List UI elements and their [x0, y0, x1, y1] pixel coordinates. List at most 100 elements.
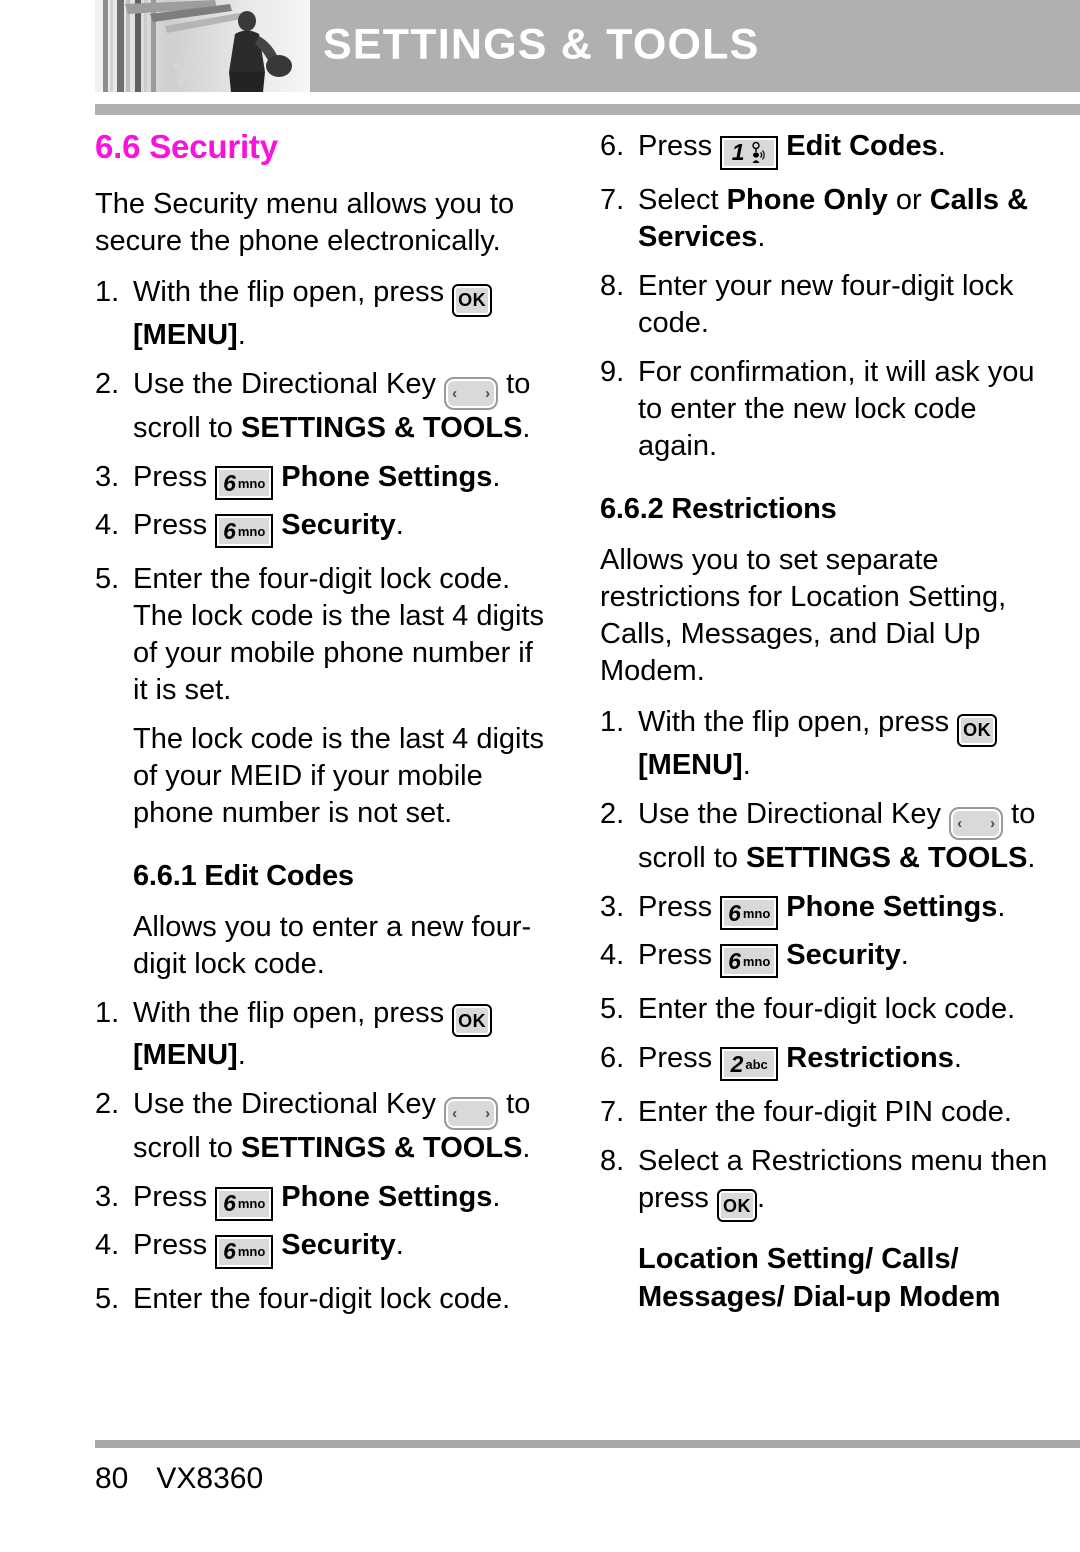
key-6-mno-icon: 6 mno	[215, 512, 274, 549]
ok-key-label: OK	[722, 1195, 751, 1216]
footer-divider	[95, 1440, 1080, 1448]
phone-settings-label: Phone Settings	[281, 1181, 493, 1213]
step-item: 4. Press 6 mno Security.	[600, 937, 1055, 979]
step-text: Use the Directional Key	[638, 797, 950, 830]
step-item: 4. Press 6 mno Security.	[95, 507, 550, 549]
key-6-mno-icon: 6 mno	[720, 942, 779, 979]
intro-spacer	[95, 909, 133, 983]
step-number: 2.	[95, 367, 120, 400]
menu-list-line-1: Location Setting/ Calls/	[638, 1243, 959, 1275]
step-number: 3.	[600, 890, 625, 923]
step-item: 1. With the flip open, press OK [MENU].	[95, 995, 550, 1075]
step-item: 5. Enter the four-digit lock code. The l…	[95, 561, 550, 709]
key-digit: 6	[223, 1238, 236, 1264]
step-body: With the flip open, press OK [MENU].	[133, 995, 550, 1075]
key-digit: 6	[223, 517, 236, 544]
step-item: 7. Enter the four-digit PIN code.	[600, 1094, 1055, 1131]
step-item: 3. Press 6 mno Phone Settings.	[95, 459, 550, 501]
step-body: Press 2 abc Restrictions.	[638, 1040, 1055, 1082]
step-period: .	[395, 1229, 404, 1261]
menu-label: [MENU]	[133, 318, 238, 351]
step-item: 5. Enter the four-digit lock code.	[600, 991, 1055, 1028]
key-letters: mno	[237, 475, 266, 491]
key-letters: mno	[742, 953, 771, 969]
step-body: Press 6 mno Security.	[638, 937, 1055, 979]
ok-key-icon: OK	[452, 279, 493, 317]
key-6-mno-icon: 6 mno	[215, 464, 274, 501]
step-number: 2.	[95, 1088, 120, 1120]
key-2-abc-icon: 2 abc	[720, 1045, 779, 1082]
ok-key-icon: OK	[452, 1000, 493, 1037]
step-body: Enter the four-digit lock code.	[133, 1283, 511, 1315]
step-period: .	[757, 221, 766, 253]
step-text: With the flip open, press	[133, 276, 453, 308]
ok-key-icon: OK	[957, 709, 998, 747]
step-number: 6.	[600, 130, 625, 162]
step-text: With the flip open, press	[133, 996, 453, 1029]
step-text: Press	[638, 1041, 721, 1074]
step-number: 8.	[600, 270, 625, 302]
step-period: .	[742, 748, 751, 781]
step-body: Press 6 mno Phone Settings.	[133, 459, 550, 501]
key-1-voicemail-icon: 1	[720, 133, 779, 170]
restrictions-menu-list: Location Setting/ Calls/ Messages/ Dial-…	[638, 1240, 1055, 1316]
section-intro: The Security menu allows you to secure t…	[95, 188, 515, 257]
directional-key-icon: ‹ ›	[949, 801, 1004, 840]
key-letters: mno	[237, 523, 266, 539]
step-period: .	[997, 890, 1006, 923]
arrow-left-icon: ‹	[452, 1105, 458, 1122]
ok-key-label: OK	[963, 720, 992, 740]
step-item: 7. Select Phone Only or Calls & Services…	[600, 182, 1055, 256]
step-item: 3. Press 6 mno Phone Settings.	[600, 889, 1055, 931]
step-number: 4.	[600, 938, 625, 971]
step-text: Use the Directional Key	[133, 367, 445, 400]
key-digit: 6	[223, 469, 236, 496]
step-period: .	[237, 1039, 246, 1071]
restrictions-label: Restrictions	[786, 1041, 954, 1074]
ok-key-label: OK	[458, 1010, 487, 1031]
key-digit: 1	[731, 139, 745, 165]
phone-only-label: Phone Only	[726, 184, 888, 216]
settings-tools-label: SETTINGS & TOOLS	[240, 1132, 523, 1164]
step-period: .	[900, 938, 909, 971]
step-number: 6.	[600, 1041, 625, 1074]
left-column: 6. 6 Security The Security menu allows yo…	[95, 128, 550, 1330]
step-period: .	[756, 1181, 766, 1214]
step-number: 9.	[600, 356, 625, 388]
step-body: With the flip open, press OK [MENU].	[638, 704, 1055, 784]
step-item: 1. With the flip open, press OK [MENU].	[600, 704, 1055, 784]
step-number: 2.	[600, 797, 625, 830]
step-period: .	[237, 318, 246, 351]
page-title: SETTINGS & TOOLS	[323, 20, 760, 69]
step-text: Press	[638, 130, 721, 162]
directional-key-icon: ‹ ›	[444, 1091, 499, 1130]
step-item: 8. Enter your new four-digit lock code.	[600, 268, 1055, 342]
directional-key-icon: ‹ ›	[444, 371, 499, 410]
step-item: 2. Use the Directional Key ‹ › to scroll …	[95, 366, 550, 447]
step-item: 6. Press 1 Edit Codes.	[600, 128, 1055, 170]
header-divider	[95, 104, 1080, 115]
step-body: Press 6 mno Phone Settings.	[133, 1179, 550, 1221]
step-body: With the flip open, press OK [MENU].	[133, 274, 550, 354]
step-number: 5.	[95, 562, 120, 595]
arrow-right-icon: ›	[485, 384, 491, 402]
step-item: 8. Select a Restrictions menu then press…	[600, 1143, 1055, 1222]
header-photo	[95, 0, 310, 92]
step-text: With the flip open, press	[638, 706, 958, 738]
right-column: 6. Press 1 Edit Codes. 7. Select Phone O…	[600, 128, 1055, 1316]
note-spacer	[95, 721, 133, 832]
subsection-intro-text: Allows you to enter a new four-digit loc…	[133, 910, 532, 980]
security-label: Security	[281, 1229, 396, 1261]
page-header: SETTINGS & TOOLS	[95, 0, 1080, 92]
step-number: 3.	[95, 460, 120, 493]
step-text: Press	[133, 1229, 216, 1261]
step-number: 5.	[95, 1283, 120, 1315]
note-text: The lock code is the last 4 digits of yo…	[133, 722, 545, 829]
note-block: The lock code is the last 4 digits of yo…	[95, 721, 550, 832]
step-item: 4. Press 6 mno Security.	[95, 1227, 550, 1269]
step-text-mid: or	[887, 184, 930, 216]
security-label: Security	[281, 508, 396, 541]
step-text: Select a Restrictions menu then press	[638, 1144, 1048, 1214]
step-period: .	[522, 411, 531, 444]
key-6-mno-icon: 6 mno	[215, 1232, 274, 1269]
